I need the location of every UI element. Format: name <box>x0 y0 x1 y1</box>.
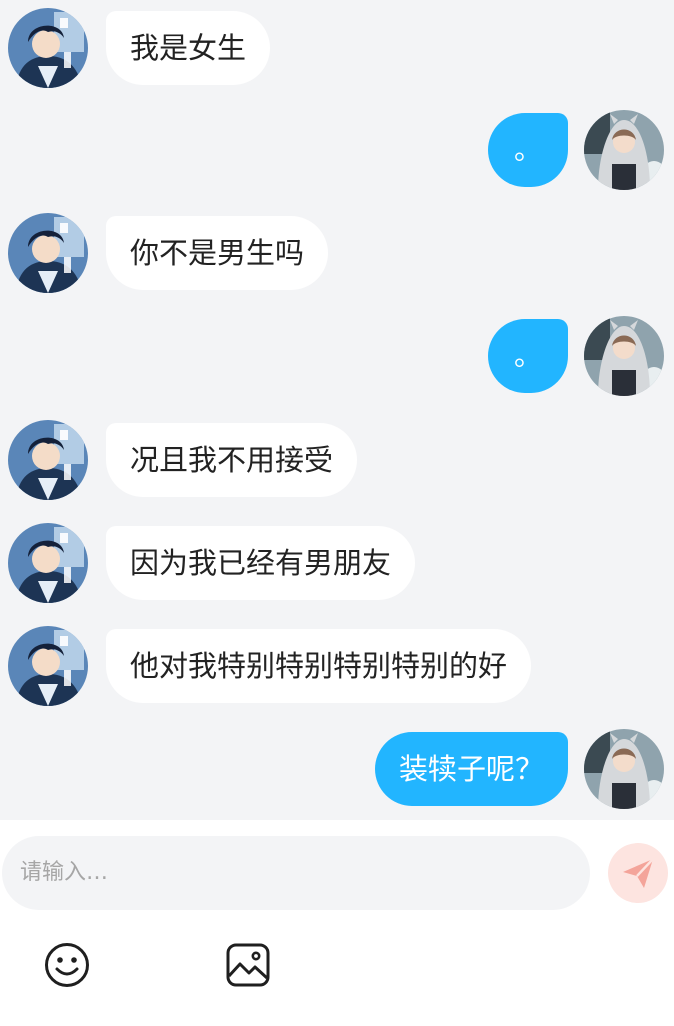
image-picture-icon <box>226 943 270 987</box>
boy-avatar-icon[interactable] <box>8 420 88 500</box>
message-bubble[interactable]: 装犊子呢？ <box>374 732 568 806</box>
message-bubble[interactable]: 我是女生 <box>106 11 271 85</box>
chat-area[interactable]: 我是女生 。 你不是男生吗 。 况且我不用接受 因为我已经有男朋友 他对我特别特… <box>0 0 674 820</box>
message-row-1: 我是女生 <box>0 8 674 88</box>
message-bubble[interactable]: 他对我特别特别特别特别的好 <box>106 629 532 703</box>
message-row-3: 你不是男生吗 <box>0 213 674 293</box>
message-bubble[interactable]: 你不是男生吗 <box>106 216 329 290</box>
message-row-8: 装犊子呢？ <box>0 729 674 809</box>
image-button[interactable] <box>225 942 271 988</box>
boy-avatar-icon[interactable] <box>8 626 88 706</box>
boy-avatar-icon[interactable] <box>8 523 88 603</box>
message-input[interactable]: 请输入… <box>2 836 590 910</box>
message-bubble[interactable]: 因为我已经有男朋友 <box>106 526 416 600</box>
smiley-face-icon <box>45 943 89 987</box>
message-bubble[interactable]: 。 <box>488 113 568 187</box>
hooded-girl-avatar-icon[interactable] <box>584 316 664 396</box>
boy-avatar-icon[interactable] <box>8 8 88 88</box>
message-bubble[interactable]: 。 <box>488 319 568 393</box>
message-bubble[interactable]: 况且我不用接受 <box>106 423 358 497</box>
message-row-7: 他对我特别特别特别特别的好 <box>0 626 674 706</box>
hooded-girl-avatar-icon[interactable] <box>584 110 664 190</box>
hooded-girl-avatar-icon[interactable] <box>584 729 664 809</box>
boy-avatar-icon[interactable] <box>8 213 88 293</box>
message-row-2: 。 <box>0 110 674 190</box>
message-row-6: 因为我已经有男朋友 <box>0 523 674 603</box>
send-button[interactable] <box>608 843 668 903</box>
message-row-5: 况且我不用接受 <box>0 420 674 500</box>
message-row-4: 。 <box>0 316 674 396</box>
input-bar: 请输入… <box>0 820 674 1026</box>
send-paper-plane-icon <box>623 858 654 888</box>
emoji-button[interactable] <box>44 942 90 988</box>
